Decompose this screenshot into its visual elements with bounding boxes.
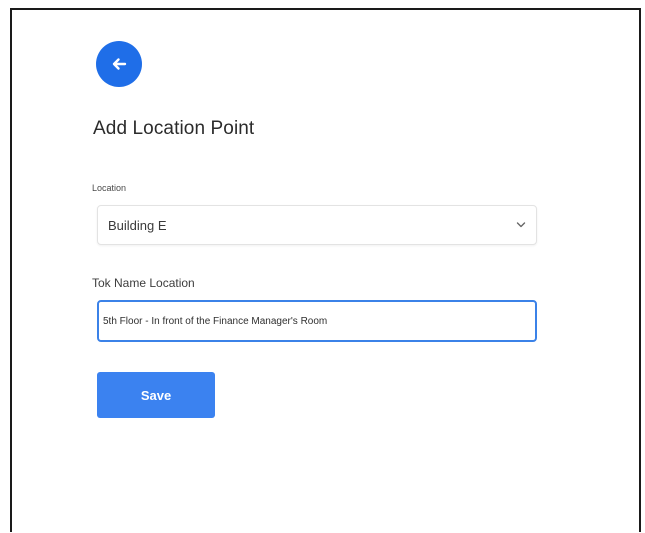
- location-selected-value: Building E: [108, 217, 167, 233]
- back-button[interactable]: [96, 41, 142, 87]
- location-select[interactable]: Building E: [97, 205, 537, 245]
- arrow-left-icon: [110, 55, 128, 73]
- page-title: Add Location Point: [93, 118, 255, 139]
- save-button[interactable]: Save: [97, 372, 215, 418]
- location-label: Location: [92, 183, 127, 193]
- tok-name-input[interactable]: [97, 300, 537, 342]
- app-window: Add Location Point Location Building E T…: [10, 8, 641, 532]
- chevron-down-icon: [516, 221, 526, 229]
- tok-name-label: Tok Name Location: [92, 276, 195, 290]
